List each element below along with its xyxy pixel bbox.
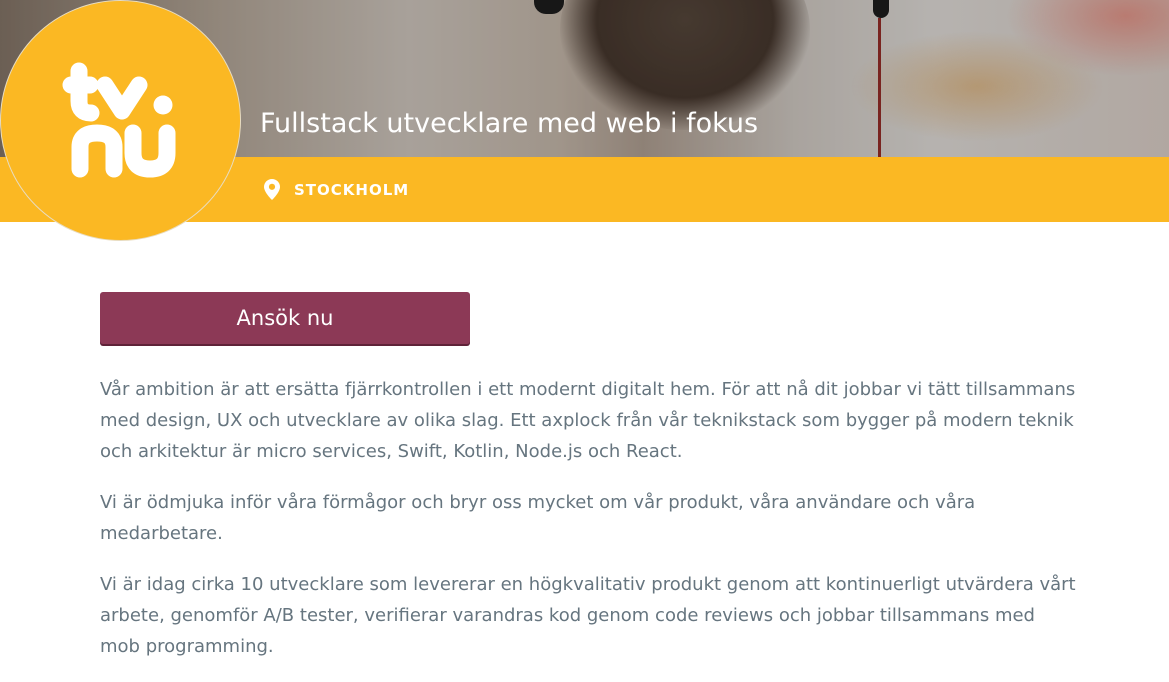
job-location: STOCKHOLM <box>294 181 410 199</box>
description-paragraph-2: Vi är ödmjuka inför våra förmågor och br… <box>100 492 976 544</box>
job-description: Vår ambition är att ersätta fjärrkontrol… <box>100 374 1080 682</box>
apply-button[interactable]: Ansök nu <box>100 292 470 344</box>
description-paragraph-3: Vi är idag cirka 10 utvecklare som lever… <box>100 574 1076 657</box>
description-paragraph-1: Vår ambition är att ersätta fjärrkontrol… <box>100 379 1076 462</box>
map-pin-icon <box>264 179 280 200</box>
company-logo[interactable] <box>0 0 241 241</box>
tvnu-logo <box>62 62 176 178</box>
job-title: Fullstack utvecklare med web i fokus <box>260 108 759 139</box>
